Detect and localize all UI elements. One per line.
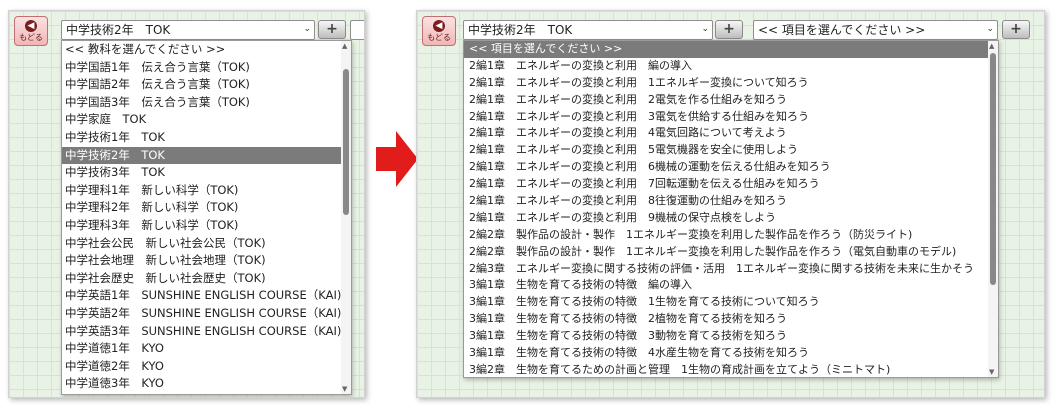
dropdown-option[interactable]: 中学英語1年 SUNSHINE ENGLISH COURSE（KAI) (62, 287, 341, 305)
back-button-label: もどる (427, 33, 451, 42)
dropdown-option[interactable]: 3編1章 生物を育てる技術の特徴 1生物を育てる技術について知ろう (464, 294, 988, 311)
dropdown-option[interactable]: 中学社会地理 新しい社会地理（TOK) (62, 252, 341, 270)
dropdown-option[interactable]: 3編1章 生物を育てる技術の特徴 2植物を育てる技術を知ろう (464, 311, 988, 328)
dropdown-option[interactable]: 2編1章 エネルギーの変換と利用 5電気機器を安全に使用しよう (464, 142, 988, 159)
item-options: << 項目を選んでください >> 2編1章 エネルギーの変換と利用 編の導入 2編1… (464, 41, 988, 377)
back-arrow-icon: ◀ (25, 20, 37, 32)
subject-select[interactable]: 中学技術2年 TOK ⌄ (61, 20, 315, 40)
dropdown-option[interactable]: 2編1章 エネルギーの変換と利用 1エネルギー変換について知ろう (464, 75, 988, 92)
subject-select[interactable]: 中学技術2年 TOK ⌄ (463, 20, 713, 40)
dropdown-option[interactable]: 中学理科3年 新しい科学（TOK) (62, 217, 341, 235)
subject-dropdown-list: << 教科を選んでください >> 中学国語1年 伝え合う言葉（TOK) 中学国語2年… (61, 40, 352, 395)
chevron-down-icon: ⌄ (986, 24, 994, 34)
item-dropdown-list: << 項目を選んでください >> 2編1章 エネルギーの変換と利用 編の導入 2編1… (463, 40, 999, 378)
add-item-button[interactable]: + (1002, 20, 1030, 39)
add-subject-button[interactable]: + (715, 20, 743, 39)
dropdown-option[interactable]: 2編1章 エネルギーの変換と利用 8往復運動の仕組みを知ろう (464, 193, 988, 210)
plus-icon: + (1010, 21, 1022, 37)
item-select-partial[interactable] (350, 20, 364, 40)
scrollbar[interactable]: ▲ ▼ (988, 41, 998, 377)
dropdown-option[interactable]: 中学英語2年 SUNSHINE ENGLISH COURSE（KAI) (62, 305, 341, 323)
dropdown-option[interactable]: 3編1章 生物を育てる技術の特徴 編の導入 (464, 277, 988, 294)
dropdown-option[interactable]: 中学英語3年 SUNSHINE ENGLISH COURSE（KAI) (62, 323, 341, 341)
dropdown-option[interactable]: 2編1章 エネルギーの変換と利用 9機械の保守点検をしよう (464, 210, 988, 227)
plus-icon: + (326, 21, 338, 37)
item-select[interactable]: << 項目を選んでください >> ⌄ (753, 20, 998, 40)
dropdown-option[interactable]: 中学家庭 TOK (62, 111, 341, 129)
dropdown-option[interactable]: 中学国語3年 伝え合う言葉（TOK) (62, 94, 341, 112)
right-panel: ◀ もどる 中学技術2年 TOK ⌄ + << 項目を選んでください >> ⌄ … (416, 10, 1045, 398)
subject-select-value: 中学技術2年 TOK (468, 23, 573, 37)
dropdown-option[interactable]: << 教科を選んでください >> (62, 41, 341, 59)
dropdown-option[interactable]: 2編3章 エネルギー変換に関する技術の評価・活用 1エネルギー変換に関する技術を… (464, 261, 988, 278)
dropdown-option[interactable]: 3編1章 生物を育てる技術の特徴 4水産生物を育てる技術を知ろう (464, 345, 988, 362)
dropdown-option[interactable]: 中学技術3年 TOK (62, 164, 341, 182)
item-select-value: << 項目を選んでください >> (758, 23, 926, 37)
scroll-up-icon[interactable]: ▲ (342, 42, 347, 50)
dropdown-option[interactable]: 中学理科1年 新しい科学（TOK) (62, 182, 341, 200)
subject-options: << 教科を選んでください >> 中学国語1年 伝え合う言葉（TOK) 中学国語2年… (62, 41, 341, 393)
scroll-up-icon[interactable]: ▲ (989, 42, 994, 50)
dropdown-option[interactable]: << 項目を選んでください >> (464, 41, 988, 58)
scrollbar-thumb[interactable] (990, 53, 996, 285)
back-arrow-icon: ◀ (433, 20, 445, 32)
dropdown-option[interactable]: 中学道徳1年 KYO (62, 340, 341, 358)
back-button-label: もどる (19, 33, 43, 42)
dropdown-option[interactable]: 中学技術2年 TOK (62, 146, 341, 165)
dropdown-option[interactable]: 2編2章 製作品の設計・製作 1エネルギー変換を利用した製作品を作ろう（防災ライ… (464, 227, 988, 244)
dropdown-option[interactable]: 中学理科2年 新しい科学（TOK) (62, 199, 341, 217)
scrollbar-thumb[interactable] (343, 69, 349, 215)
plus-icon: + (723, 21, 735, 37)
dropdown-option[interactable]: 中学道徳2年 KYO (62, 358, 341, 376)
dropdown-option[interactable]: 2編2章 製作品の設計・製作 1エネルギー変換を利用した製作品を作ろう（電気自動… (464, 244, 988, 261)
dropdown-option[interactable]: 2編1章 エネルギーの変換と利用 6機械の運動を伝える仕組みを知ろう (464, 159, 988, 176)
subject-select-value: 中学技術2年 TOK (66, 23, 171, 37)
red-arrow-icon (376, 131, 418, 187)
dropdown-option[interactable]: 中学国語2年 伝え合う言葉（TOK) (62, 76, 341, 94)
dropdown-option[interactable]: 2編1章 エネルギーの変換と利用 7回転運動を伝える仕組みを知ろう (464, 176, 988, 193)
scroll-down-icon[interactable]: ▼ (342, 385, 347, 393)
dropdown-option[interactable]: 2編1章 エネルギーの変換と利用 編の導入 (464, 58, 988, 75)
back-button[interactable]: ◀ もどる (422, 16, 456, 46)
dropdown-option[interactable]: 中学道徳3年 KYO (62, 375, 341, 393)
dropdown-option[interactable]: 中学社会公民 新しい社会公民（TOK) (62, 235, 341, 253)
dropdown-option[interactable]: 中学社会歴史 新しい社会歴史（TOK) (62, 270, 341, 288)
scrollbar[interactable]: ▲ ▼ (341, 41, 351, 394)
dropdown-option[interactable]: 3編2章 生物を育てるための計画と管理 1生物の育成計画を立てよう（ミニトマト) (464, 362, 988, 377)
scroll-down-icon[interactable]: ▼ (989, 368, 994, 376)
add-subject-button[interactable]: + (318, 20, 346, 39)
back-button[interactable]: ◀ もどる (14, 16, 48, 46)
left-panel: ◀ もどる 中学技術2年 TOK ⌄ + << 教科を選んでください >> 中学国… (8, 10, 365, 398)
chevron-down-icon: ⌄ (701, 24, 709, 34)
dropdown-option[interactable]: 2編1章 エネルギーの変換と利用 2電気を作る仕組みを知ろう (464, 92, 988, 109)
dropdown-option[interactable]: 中学国語1年 伝え合う言葉（TOK) (62, 59, 341, 77)
dropdown-option[interactable]: 2編1章 エネルギーの変換と利用 3電気を供給する仕組みを知ろう (464, 109, 988, 126)
dropdown-option[interactable]: 中学技術1年 TOK (62, 129, 341, 147)
dropdown-option[interactable]: 3編1章 生物を育てる技術の特徴 3動物を育てる技術を知ろう (464, 328, 988, 345)
chevron-down-icon: ⌄ (303, 24, 311, 34)
dropdown-option[interactable]: 2編1章 エネルギーの変換と利用 4電気回路について考えよう (464, 125, 988, 142)
